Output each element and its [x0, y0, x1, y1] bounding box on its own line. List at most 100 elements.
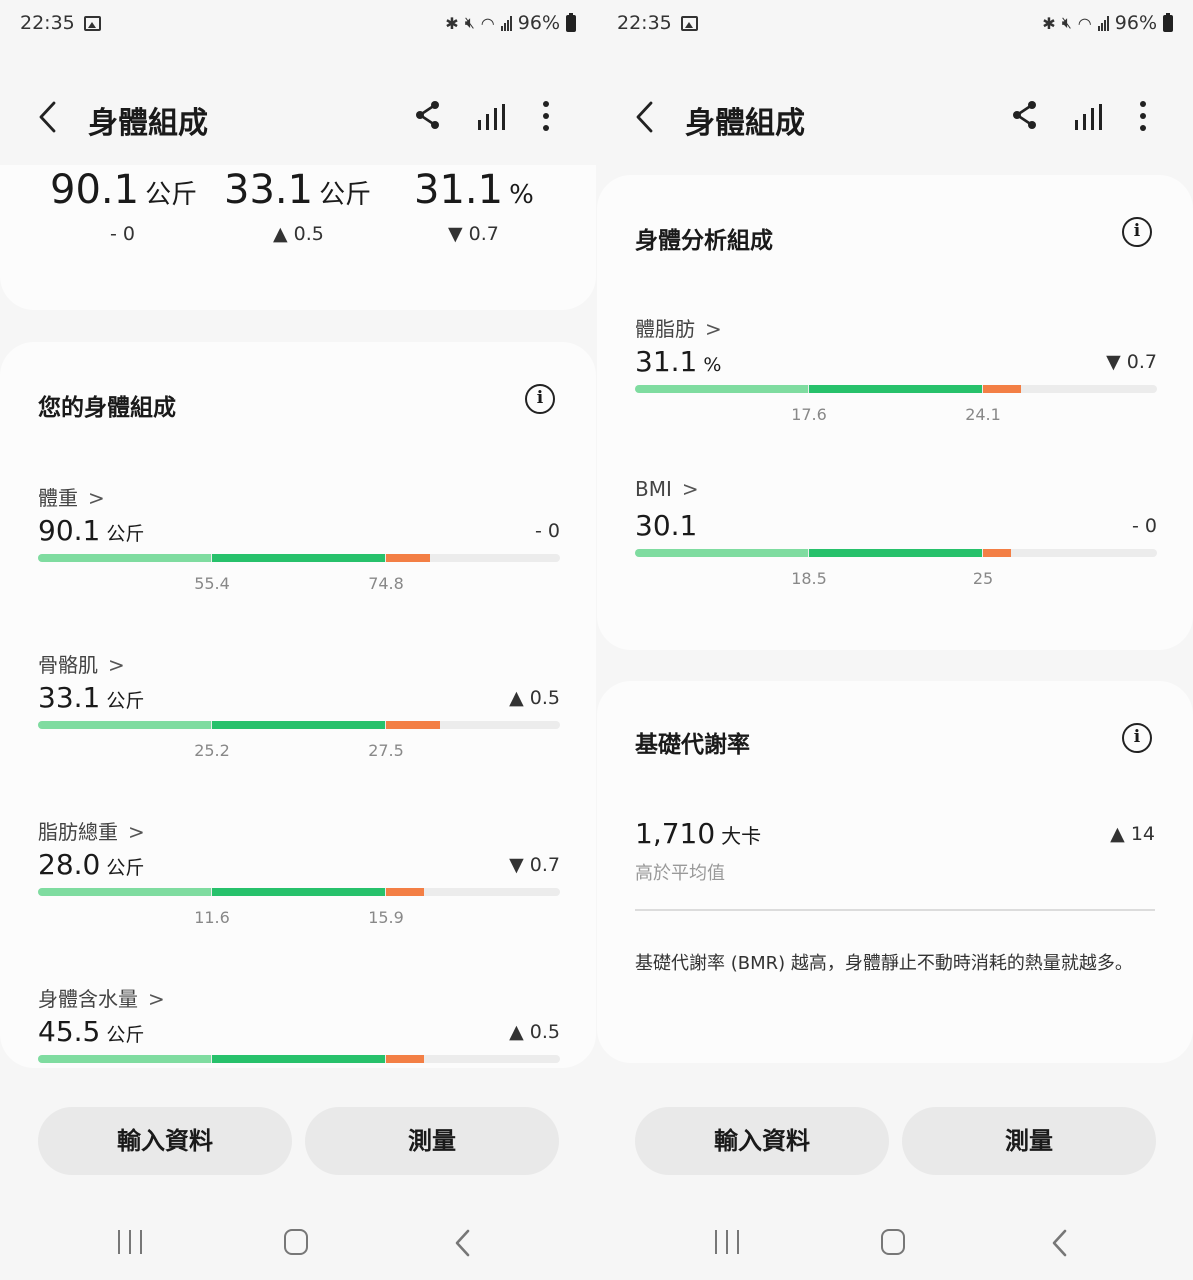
range-bar [38, 554, 560, 562]
statistics-icon[interactable] [1071, 102, 1103, 132]
input-data-button[interactable]: 輸入資料 [635, 1107, 889, 1175]
back-icon[interactable] [633, 100, 657, 134]
metric-label: 體脂肪 [635, 317, 695, 341]
chevron-right-icon: > [128, 820, 145, 844]
status-time: 22:35 [617, 12, 672, 34]
range-tick-high: 74.8 [368, 574, 404, 593]
metric-change: ▼ 0.7 [1106, 351, 1157, 373]
range-bar-fill-high [386, 888, 425, 896]
metric-value: 30.1 [635, 509, 698, 542]
chevron-right-icon: > [681, 477, 699, 501]
signal-icon [1097, 15, 1109, 31]
info-icon[interactable]: i [1122, 217, 1152, 247]
gallery-notification-icon [84, 16, 101, 31]
more-options-icon[interactable] [1133, 100, 1153, 132]
share-icon[interactable] [1010, 100, 1040, 130]
info-icon[interactable]: i [1122, 723, 1152, 753]
metric-body-fat[interactable]: 體脂肪 > 31.1% ▼ 0.7 17.6 24.1 [635, 313, 1157, 453]
metric-change: - 0 [535, 520, 560, 542]
range-tick-low: 25.2 [194, 741, 230, 760]
metric-unit: 公斤 [106, 523, 145, 545]
app-bar: 身體組成 [597, 88, 1193, 148]
metric-change: ▼ 0.7 [509, 854, 560, 876]
summary-body-fat-change: ▼ 0.7 [448, 223, 499, 245]
metric-label: 身體含水量 [38, 987, 138, 1011]
gallery-notification-icon [681, 16, 698, 31]
status-time: 22:35 [20, 12, 75, 34]
back-icon[interactable] [36, 100, 60, 134]
mute-icon: 🔇︎ [1061, 13, 1072, 32]
nav-back-icon[interactable] [452, 1228, 474, 1258]
range-tick-high: 27.5 [368, 741, 404, 760]
divider [635, 909, 1155, 911]
metric-change: - 0 [1132, 515, 1157, 537]
metric-label: 骨骼肌 [38, 653, 98, 677]
chevron-right-icon: > [108, 653, 125, 677]
recent-apps-icon[interactable] [715, 1230, 739, 1254]
metric-weight[interactable]: 體重 > 90.1 公斤 - 0 55.4 74.8 [38, 482, 560, 622]
range-tick-low: 18.5 [791, 569, 827, 588]
bmr-value: 1,710 大卡 [635, 817, 762, 850]
share-icon[interactable] [413, 100, 443, 130]
page-title: 身體組成 [685, 106, 805, 141]
metric-label: 體重 [38, 486, 78, 510]
metric-unit: 公斤 [106, 690, 145, 712]
wifi-icon: ◠ [1077, 13, 1092, 33]
nav-back-icon[interactable] [1049, 1228, 1071, 1258]
summary-weight: 90.1 公斤 [50, 167, 198, 213]
metric-value: 28.0 [38, 848, 101, 881]
metric-unit: 公斤 [106, 857, 145, 879]
navigation-bar [0, 1222, 596, 1262]
range-tick-low: 11.6 [194, 908, 230, 927]
metric-change: ▲ 0.5 [509, 1021, 560, 1043]
input-data-button[interactable]: 輸入資料 [38, 1107, 292, 1175]
metric-body-water[interactable]: 身體含水量 > 45.5 公斤 ▲ 0.5 [38, 983, 560, 1123]
metric-value: 33.1 [38, 681, 101, 714]
measure-button[interactable]: 測量 [902, 1107, 1156, 1175]
metric-value: 90.1 [38, 514, 101, 547]
statistics-icon[interactable] [474, 102, 506, 132]
metric-change: ▲ 0.5 [509, 687, 560, 709]
home-icon[interactable] [881, 1229, 905, 1255]
summary-skeletal-muscle: 33.1 公斤 [224, 167, 372, 213]
mute-icon: 🔇︎ [464, 13, 475, 32]
status-bar: 22:35 ✱ 🔇︎ ◠ 96% [20, 12, 576, 42]
section-title: 您的身體組成 [38, 395, 176, 421]
screen-left: 22:35 ✱ 🔇︎ ◠ 96% 身體組成 90.1 公斤 - 0 33.1 公斤 … [0, 0, 596, 1280]
metric-value: 45.5 [38, 1015, 101, 1048]
page-title: 身體組成 [88, 106, 208, 141]
recent-apps-icon[interactable] [118, 1230, 142, 1254]
range-bar [38, 721, 560, 729]
battery-icon [1163, 12, 1173, 32]
battery-percent: 96% [1114, 12, 1157, 34]
range-tick-high: 25 [972, 569, 994, 588]
metric-unit: % [703, 354, 722, 376]
range-bar [635, 385, 1157, 393]
metric-label: 脂肪總重 [38, 820, 118, 844]
metric-skeletal-muscle[interactable]: 骨骼肌 > 33.1 公斤 ▲ 0.5 25.2 27.5 [38, 649, 560, 789]
info-icon[interactable]: i [525, 384, 555, 414]
summary-body-fat: 31.1% [414, 167, 534, 213]
home-icon[interactable] [284, 1229, 308, 1255]
range-tick-high: 24.1 [965, 405, 1001, 424]
range-bar [38, 1055, 560, 1063]
more-options-icon[interactable] [536, 100, 556, 132]
bmr-description: 基礎代謝率 (BMR) 越高，身體靜止不動時消耗的熱量就越多。 [635, 953, 1133, 974]
signal-icon [500, 15, 512, 31]
chevron-right-icon: > [148, 987, 165, 1011]
bluetooth-icon: ✱ [445, 13, 459, 33]
chevron-right-icon: > [88, 486, 105, 510]
navigation-bar [597, 1222, 1193, 1262]
bmr-change: ▲ 14 [1110, 823, 1155, 845]
metric-fat-mass[interactable]: 脂肪總重 > 28.0 公斤 ▼ 0.7 11.6 15.9 [38, 816, 560, 956]
bmr-card: 基礎代謝率 i 1,710 大卡 ▲ 14 高於平均值 基礎代謝率 (BMR) 越… [597, 681, 1193, 1063]
range-tick-high: 15.9 [368, 908, 404, 927]
measure-button[interactable]: 測量 [305, 1107, 559, 1175]
metric-bmi[interactable]: BMI > 30.1 - 0 18.5 25 [635, 477, 1157, 617]
metric-label: BMI [635, 477, 672, 501]
range-bar-fill-high [983, 385, 1022, 393]
status-bar: 22:35 ✱ 🔇︎ ◠ 96% [617, 12, 1173, 42]
summary-card: 90.1 公斤 - 0 33.1 公斤 ▲ 0.5 31.1% ▼ 0.7 [0, 165, 596, 310]
metric-value: 31.1 [635, 345, 698, 378]
battery-percent: 96% [517, 12, 560, 34]
